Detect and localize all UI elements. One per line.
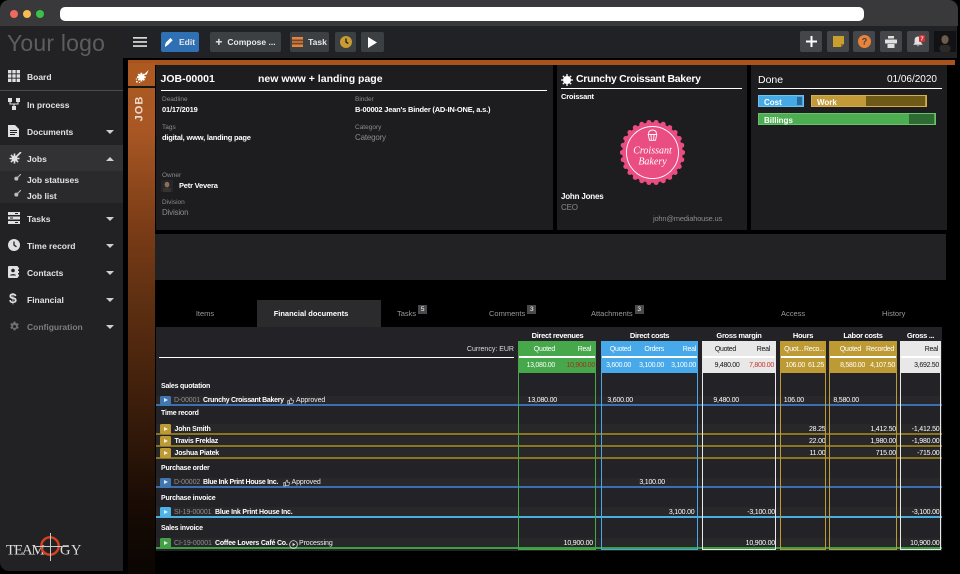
svg-text:Bakery: Bakery	[638, 157, 667, 168]
svg-text:TEAM: TEAM	[6, 543, 45, 559]
svg-text:7: 7	[920, 36, 923, 42]
svg-text:Croissant: Croissant	[633, 146, 672, 157]
svg-text:?: ?	[861, 37, 867, 47]
svg-text:GY: GY	[60, 543, 82, 559]
